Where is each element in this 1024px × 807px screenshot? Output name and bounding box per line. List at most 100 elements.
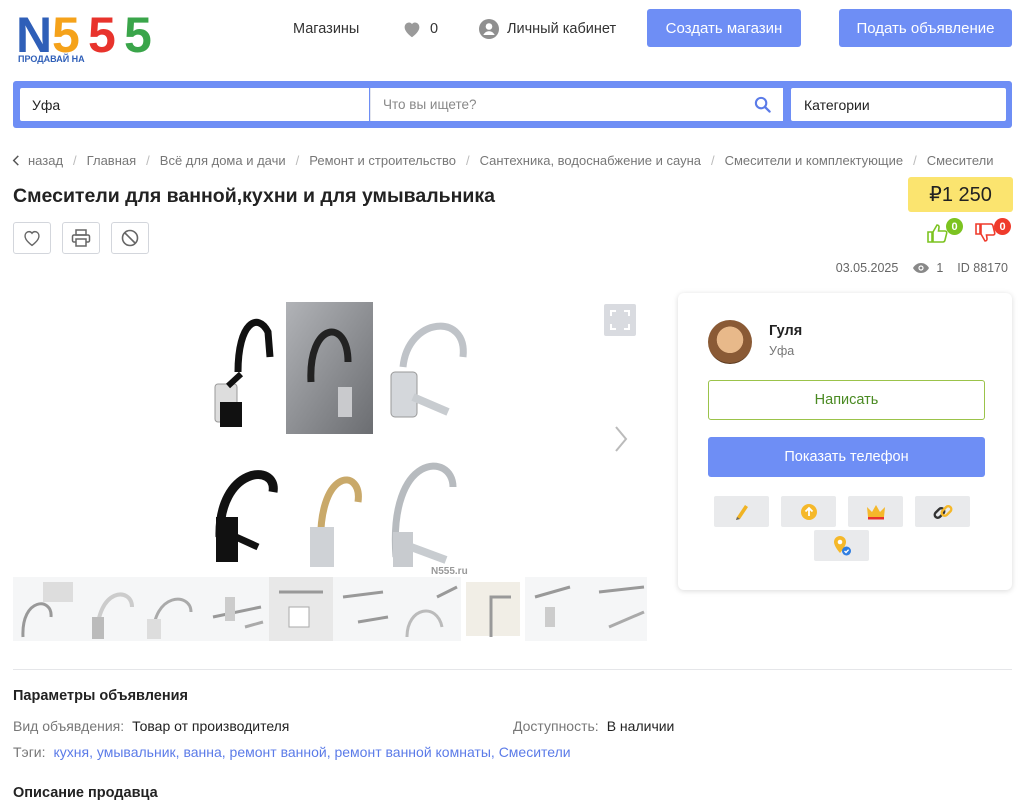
tag-link[interactable]: ремонт ванной	[230, 744, 327, 760]
listing-meta: 03.05.2025 1 ID 88170	[836, 261, 1008, 275]
thumbnail[interactable]	[77, 577, 141, 641]
breadcrumb-item[interactable]: Главная	[87, 153, 136, 168]
main-photo[interactable]	[198, 302, 483, 577]
site-logo[interactable]: N 5 5 5 ПРОДАВАЙ НА	[16, 10, 176, 64]
breadcrumb-back[interactable]: назад	[28, 153, 63, 168]
svg-text:5: 5	[124, 10, 152, 63]
likes-count: 0	[946, 218, 963, 235]
param-ad-type: Вид объявдения: Товар от производителя	[13, 718, 289, 734]
search-placeholder: Что вы ищете?	[383, 97, 477, 112]
user-icon	[479, 19, 499, 39]
show-phone-button[interactable]: Показать телефон	[708, 437, 985, 477]
pencil-icon	[735, 504, 748, 520]
description-title: Описание продавца	[13, 785, 158, 801]
breadcrumb-item[interactable]: Смесители и комплектующие	[725, 153, 903, 168]
thumbnail[interactable]	[269, 577, 333, 641]
search-input[interactable]: Что вы ищете?	[370, 88, 783, 121]
tag-list: кухня, умывальник, ванна, ремонт ванной,…	[53, 744, 571, 760]
seller-name[interactable]: Гуля	[769, 323, 802, 339]
nav-shops-link[interactable]: Магазины	[293, 18, 359, 40]
account-label: Личный кабинет	[507, 21, 617, 37]
param-value: В наличии	[606, 718, 675, 734]
city-select[interactable]: Уфа	[20, 88, 369, 121]
printer-icon	[71, 229, 91, 247]
post-ad-button[interactable]: Подать объявление	[839, 9, 1012, 47]
favorites-link[interactable]: 0	[402, 18, 438, 40]
promo-up-button[interactable]	[781, 496, 836, 527]
account-link[interactable]: Личный кабинет	[479, 18, 616, 40]
tag-link[interactable]: Смесители	[499, 744, 571, 760]
breadcrumb-item[interactable]: Сантехника, водоснабжение и сауна	[480, 153, 701, 168]
like-button[interactable]: 0	[926, 218, 963, 244]
dislikes-count: 0	[994, 218, 1011, 235]
svg-text:5: 5	[88, 10, 116, 63]
tag-link[interactable]: умывальник	[97, 744, 176, 760]
thumbnail-strip	[13, 577, 647, 641]
link-icon	[933, 504, 952, 519]
chevron-left-icon	[12, 155, 19, 166]
listing-id: ID 88170	[957, 261, 1008, 275]
thumbnail[interactable]	[397, 577, 461, 641]
breadcrumb-item[interactable]: Смесители	[927, 153, 994, 168]
breadcrumb-item[interactable]: Ремонт и строительство	[309, 153, 456, 168]
header: N 5 5 5 ПРОДАВАЙ НА Магазины 0 Личный ка…	[0, 0, 1024, 70]
thumbnail[interactable]	[333, 577, 397, 641]
views-count: 1	[936, 261, 944, 275]
tag-link[interactable]: ремонт ванной комнаты	[334, 744, 490, 760]
param-value: Товар от производителя	[132, 718, 290, 734]
heart-outline-icon	[24, 230, 40, 247]
breadcrumb: назад / Главная / Всё для дома и дачи / …	[12, 153, 994, 168]
param-label: Доступность:	[513, 718, 599, 734]
seller-card: Гуля Уфа Написать Показать телефон	[678, 293, 1012, 590]
search-bar: Уфа Что вы ищете? Категории	[13, 81, 1012, 128]
fullscreen-icon[interactable]	[604, 304, 636, 336]
param-label: Вид объявдения:	[13, 718, 125, 734]
promo-location-button[interactable]	[814, 530, 869, 561]
favorites-count: 0	[430, 21, 439, 37]
thumbnail[interactable]	[13, 577, 77, 641]
block-button[interactable]	[111, 222, 149, 254]
arrow-up-circle-icon	[800, 503, 817, 520]
thumbnail[interactable]	[525, 577, 589, 641]
photo-gallery: N555.ru	[13, 292, 647, 642]
views: 1	[912, 261, 943, 275]
block-icon	[121, 229, 139, 247]
thumbnail[interactable]	[141, 577, 205, 641]
thumbnail[interactable]	[205, 577, 269, 641]
write-message-button[interactable]: Написать	[708, 380, 985, 420]
search-icon[interactable]	[754, 96, 771, 113]
dislike-button[interactable]: 0	[974, 218, 1011, 244]
add-favorite-button[interactable]	[13, 222, 51, 254]
listing-title: Смесители для ванной,кухни и для умываль…	[13, 185, 495, 207]
listing-date: 03.05.2025	[835, 261, 899, 275]
thumbnail[interactable]	[589, 577, 647, 641]
promo-vip-button[interactable]	[848, 496, 903, 527]
watermark: N555.ru	[431, 566, 468, 577]
thumbs-up-icon	[927, 224, 948, 243]
price-badge: ₽1 250	[908, 177, 1013, 212]
rating: 0 0	[926, 218, 1011, 244]
seller-avatar[interactable]	[708, 320, 752, 364]
param-availability: Доступность: В наличии	[513, 718, 674, 734]
tag-link[interactable]: кухня	[54, 744, 90, 760]
params-title: Параметры объявления	[13, 688, 188, 704]
eye-icon	[913, 263, 930, 273]
logo-tagline: ПРОДАВАЙ НА	[18, 53, 85, 64]
promo-highlight-button[interactable]	[714, 496, 769, 527]
thumbs-down-icon	[975, 223, 996, 242]
tags-row: Тэги: кухня, умывальник, ванна, ремонт в…	[13, 744, 571, 760]
divider	[13, 669, 1012, 670]
chevron-right-icon[interactable]	[611, 424, 631, 454]
promo-link-button[interactable]	[915, 496, 970, 527]
crown-icon	[866, 504, 885, 519]
map-pin-verified-icon	[833, 535, 851, 555]
tags-label: Тэги:	[13, 744, 46, 760]
create-shop-button[interactable]: Создать магазин	[647, 9, 801, 47]
seller-city: Уфа	[769, 344, 795, 358]
tag-link[interactable]: ванна	[183, 744, 221, 760]
print-button[interactable]	[62, 222, 100, 254]
categories-select[interactable]: Категории	[791, 88, 1006, 121]
heart-icon	[404, 22, 420, 38]
thumbnail[interactable]	[461, 577, 525, 641]
breadcrumb-item[interactable]: Всё для дома и дачи	[160, 153, 286, 168]
